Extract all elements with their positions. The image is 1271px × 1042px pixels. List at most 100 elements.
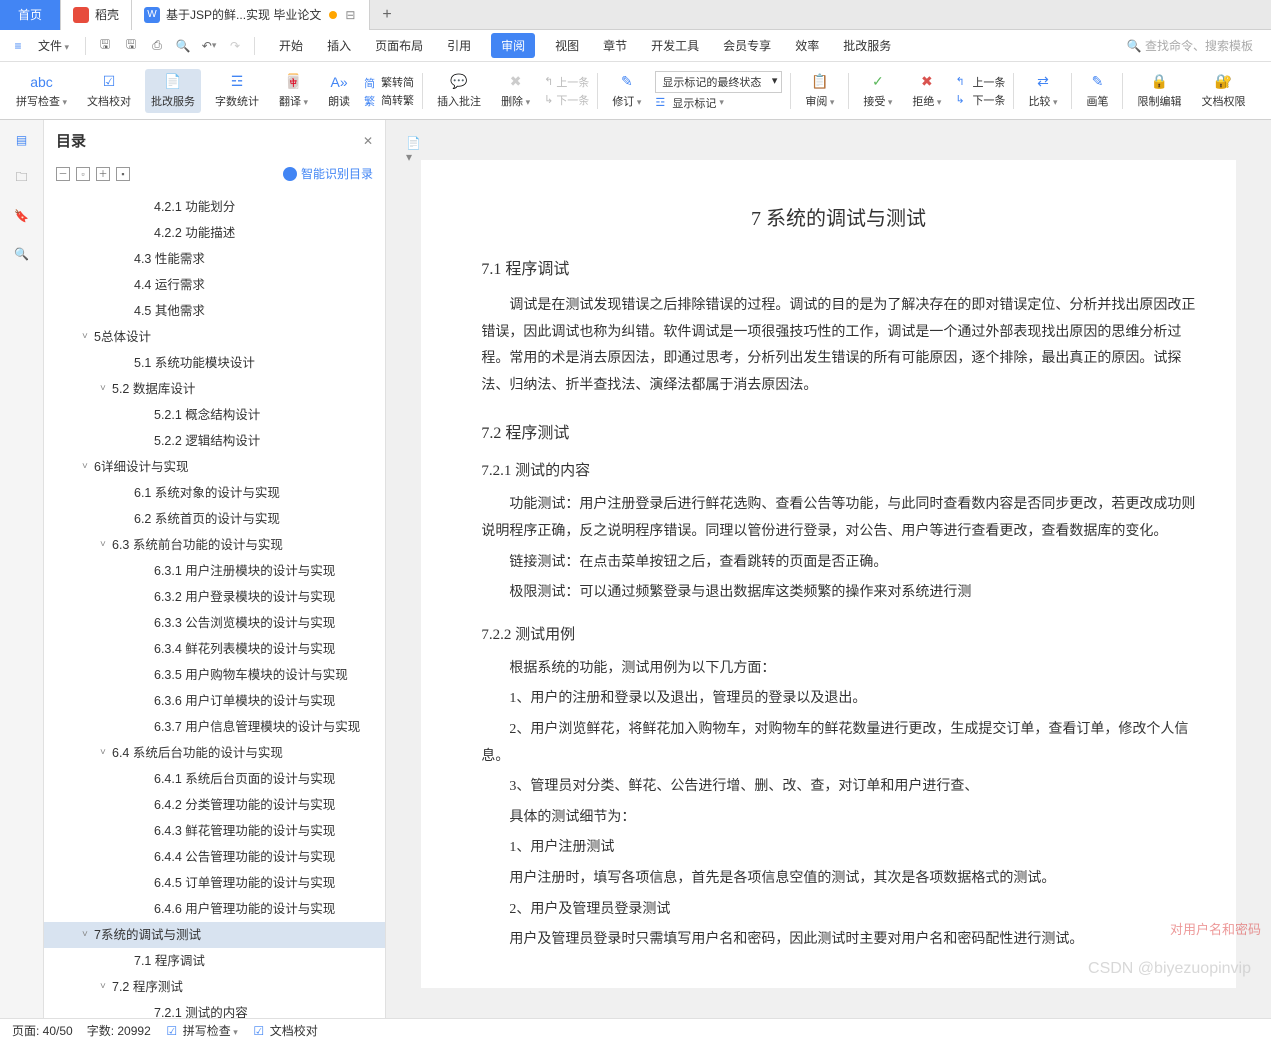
menu-tab-layout[interactable]: 页面布局 — [371, 33, 427, 58]
trad-to-simp-button[interactable]: 简繁转简 — [364, 74, 414, 90]
toc-item[interactable]: 4.2.2 功能描述 — [44, 220, 385, 246]
toc-item[interactable]: 6.3.5 用户购物车模块的设计与实现 — [44, 662, 385, 688]
chevron-down-icon[interactable]: ˅ — [82, 459, 94, 475]
search-icon[interactable]: 🔍 — [12, 244, 32, 264]
save-icon[interactable]: 🖫 — [94, 35, 116, 57]
toc-item[interactable]: ˅7系统的调试与测试 — [44, 922, 385, 948]
review-service-button[interactable]: 📄批改服务 — [145, 69, 201, 113]
reject-button[interactable]: ✖拒绝 — [906, 73, 947, 109]
toc-item[interactable]: 4.4 运行需求 — [44, 272, 385, 298]
undo-icon[interactable]: ↶ — [198, 35, 220, 57]
outline-icon[interactable]: ▤ — [12, 130, 32, 150]
next-change-button[interactable]: ↳下一条 — [955, 92, 1005, 108]
toc-item[interactable]: 4.2.1 功能划分 — [44, 194, 385, 220]
tab-document[interactable]: W 基于JSP的鲜...实现 毕业论文 ⊟ — [132, 0, 370, 30]
toc-item[interactable]: 5.1 系统功能模块设计 — [44, 350, 385, 376]
tab-home[interactable]: 首页 — [0, 0, 61, 30]
chevron-down-icon[interactable]: ˅ — [100, 745, 112, 761]
menu-tab-ref[interactable]: 引用 — [443, 33, 475, 58]
markup-display-select[interactable]: 显示标记的最终状态 — [655, 71, 782, 93]
review-pane-button[interactable]: 📋审阅 — [799, 73, 840, 109]
tab-promo[interactable]: 稻壳 — [61, 0, 132, 30]
insert-comment-button[interactable]: 💬插入批注 — [431, 73, 487, 109]
toc-item[interactable]: 5.2.2 逻辑结构设计 — [44, 428, 385, 454]
toc-item[interactable]: 6.4.3 鲜花管理功能的设计与实现 — [44, 818, 385, 844]
toc-item[interactable]: 5.2.1 概念结构设计 — [44, 402, 385, 428]
prev-comment-button[interactable]: ↰上一条 — [544, 74, 589, 90]
show-markup-button[interactable]: ☲显示标记 — [655, 95, 782, 111]
status-spell-check[interactable]: ☑拼写检查 — [165, 1022, 238, 1039]
bookmark-icon[interactable]: 🔖 — [12, 206, 32, 226]
toc-item[interactable]: 6.4.6 用户管理功能的设计与实现 — [44, 896, 385, 922]
prev-change-button[interactable]: ↰上一条 — [955, 74, 1005, 90]
print-icon[interactable]: ⎙ — [146, 35, 168, 57]
menu-tab-member[interactable]: 会员专享 — [719, 33, 775, 58]
expand-icon[interactable]: ▪ — [116, 167, 130, 181]
save-as-icon[interactable]: 🖫 — [120, 35, 142, 57]
simp-to-trad-button[interactable]: 繁简转繁 — [364, 92, 414, 108]
menu-tab-correction[interactable]: 批改服务 — [839, 33, 895, 58]
expand-all-icon[interactable]: ＋ — [96, 167, 110, 181]
toc-item[interactable]: 7.1 程序调试 — [44, 948, 385, 974]
next-comment-button[interactable]: ↳下一条 — [544, 92, 589, 108]
toc-item[interactable]: 4.3 性能需求 — [44, 246, 385, 272]
smart-toc-button[interactable]: 智能识别目录 — [283, 165, 373, 182]
page-options-icon[interactable]: 📄▾ — [406, 136, 424, 154]
print-preview-icon[interactable]: 🔍 — [172, 35, 194, 57]
chevron-down-icon[interactable]: ˅ — [82, 927, 94, 943]
word-count-button[interactable]: ☲字数统计 — [209, 73, 265, 109]
toc-item[interactable]: 6.1 系统对象的设计与实现 — [44, 480, 385, 506]
redo-icon[interactable]: ↷ — [224, 35, 246, 57]
word-count[interactable]: 字数: 20992 — [87, 1022, 151, 1039]
chevron-down-icon[interactable]: ˅ — [82, 329, 94, 345]
close-icon[interactable]: ⊟ — [343, 8, 357, 22]
toc-item[interactable]: 6.3.2 用户登录模块的设计与实现 — [44, 584, 385, 610]
menu-tab-dev[interactable]: 开发工具 — [647, 33, 703, 58]
toc-item[interactable]: 6.3.7 用户信息管理模块的设计与实现 — [44, 714, 385, 740]
spell-check-button[interactable]: abc拼写检查 — [10, 73, 73, 109]
status-proof[interactable]: ☑文档校对 — [252, 1022, 318, 1039]
hamburger-icon[interactable]: ≡ — [10, 38, 26, 54]
toc-item[interactable]: 6.3.1 用户注册模块的设计与实现 — [44, 558, 385, 584]
toc-item[interactable]: 7.2.1 测试的内容 — [44, 1000, 385, 1018]
menu-tab-review[interactable]: 审阅 — [491, 33, 535, 58]
toc-item[interactable]: 6.4.1 系统后台页面的设计与实现 — [44, 766, 385, 792]
search-input[interactable]: 🔍 查找命令、搜索模板 — [1119, 35, 1261, 56]
pen-button[interactable]: ✎画笔 — [1080, 73, 1114, 109]
translate-button[interactable]: 🀄翻译 — [273, 73, 314, 109]
toc-item[interactable]: 4.5 其他需求 — [44, 298, 385, 324]
file-menu[interactable]: 文件 — [38, 37, 69, 54]
chevron-down-icon[interactable]: ˅ — [100, 537, 112, 553]
toc-item[interactable]: 6.3.6 用户订单模块的设计与实现 — [44, 688, 385, 714]
delete-comment-button[interactable]: ✖删除 — [495, 73, 536, 109]
menu-tab-eff[interactable]: 效率 — [791, 33, 823, 58]
track-changes-button[interactable]: ✎修订 — [606, 73, 647, 109]
toc-item[interactable]: 6.4.4 公告管理功能的设计与实现 — [44, 844, 385, 870]
page-indicator[interactable]: 页面: 40/50 — [12, 1022, 73, 1039]
accept-button[interactable]: ✓接受 — [857, 73, 898, 109]
toc-item[interactable]: 6.2 系统首页的设计与实现 — [44, 506, 385, 532]
toc-item[interactable]: ˅7.2 程序测试 — [44, 974, 385, 1000]
tab-add[interactable]: + — [370, 6, 403, 24]
toc-item[interactable]: 6.4.2 分类管理功能的设计与实现 — [44, 792, 385, 818]
document-viewport[interactable]: 📄▾ 7 系统的调试与测试 7.1 程序调试 调试是在测试发现错误之后排除错误的… — [386, 120, 1271, 1018]
toc-item[interactable]: ˅6.3 系统前台功能的设计与实现 — [44, 532, 385, 558]
read-aloud-button[interactable]: A»朗读 — [322, 73, 356, 109]
toc-item[interactable]: ˅6.4 系统后台功能的设计与实现 — [44, 740, 385, 766]
collapse-all-icon[interactable]: － — [56, 167, 70, 181]
collapse-icon[interactable]: ▫ — [76, 167, 90, 181]
toc-item[interactable]: 6.3.4 鲜花列表模块的设计与实现 — [44, 636, 385, 662]
toc-item[interactable]: 6.3.3 公告浏览模块的设计与实现 — [44, 610, 385, 636]
restrict-edit-button[interactable]: 🔒限制编辑 — [1131, 73, 1187, 109]
toc-item[interactable]: ˅5总体设计 — [44, 324, 385, 350]
doc-permission-button[interactable]: 🔐文档权限 — [1195, 73, 1251, 109]
menu-tab-insert[interactable]: 插入 — [323, 33, 355, 58]
toc-item[interactable]: ˅5.2 数据库设计 — [44, 376, 385, 402]
chevron-down-icon[interactable]: ˅ — [100, 381, 112, 397]
proof-button[interactable]: ☑文档校对 — [81, 73, 137, 109]
close-panel-icon[interactable]: ✕ — [363, 134, 373, 148]
menu-tab-view[interactable]: 视图 — [551, 33, 583, 58]
chevron-down-icon[interactable]: ˅ — [100, 979, 112, 995]
toc-item[interactable]: ˅6详细设计与实现 — [44, 454, 385, 480]
toc-item[interactable]: 6.4.5 订单管理功能的设计与实现 — [44, 870, 385, 896]
